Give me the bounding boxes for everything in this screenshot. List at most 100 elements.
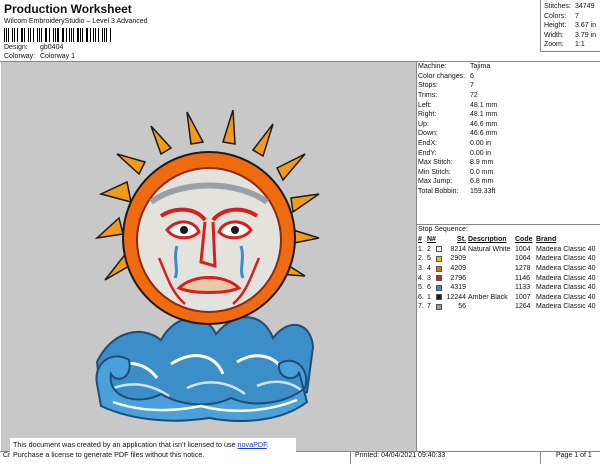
barcode-bar [63, 28, 64, 42]
info-value: 72 [470, 92, 478, 100]
info-value: 8.9 mm [470, 159, 494, 167]
barcode-bar [24, 28, 26, 42]
info-label: Max Jump: [418, 178, 453, 186]
barcode-bar [11, 28, 13, 42]
color-swatch-chip [436, 265, 442, 272]
color-swatch [436, 275, 446, 282]
stat-width: Width: 3.79 in [544, 31, 597, 41]
info-value: 0.0 mm [470, 168, 494, 176]
page-title: Production Worksheet [4, 2, 132, 16]
info-row: Min Stitch: 0.0 mm [416, 168, 600, 178]
thread-code: 1064 [515, 255, 531, 263]
needle-num: 7 [427, 303, 431, 311]
thread-code: 1133 [515, 284, 531, 292]
info-label: Left: [418, 101, 432, 109]
barcode-bar [93, 28, 95, 42]
barcode-bar [57, 28, 59, 42]
stop-num: 6. [418, 293, 424, 301]
info-row: Left: 48.1 mm [416, 100, 600, 110]
col-header-stitches: St. [457, 236, 466, 244]
needle-num: 3 [427, 274, 431, 282]
info-value: 46.6 mm [470, 120, 498, 128]
stats-box: Stitches: 34749 Colors: 7 Height: 3.67 in W… [540, 0, 600, 52]
color-swatch-chip [436, 284, 442, 291]
footer-sep-1 [350, 451, 351, 464]
design-preview [1, 62, 416, 452]
thread-brand: Madeira Classic 40 [536, 293, 596, 301]
info-value: 6.8 mm [470, 178, 494, 186]
stitch-count: 4319 [450, 284, 466, 292]
colorway-row: Colorway: Colorway 1 [4, 53, 75, 60]
notice-line-2: Purchase a license to generate PDF files… [13, 450, 205, 459]
col-header-needle: N# [427, 236, 436, 244]
col-header-description: Description [468, 236, 507, 244]
stop-sequence-table: # N# St. Description Code Brand 1. 2 8214 N… [416, 235, 600, 312]
stat-value: 7 [575, 12, 579, 20]
thread-code: 1004 [515, 245, 531, 253]
stitch-count: 12244 [446, 293, 466, 301]
info-label: Machine: [418, 63, 447, 71]
worksheet-header: Production Worksheet Wilcom EmbroiderySt… [0, 0, 540, 61]
stop-row: 5. 6 4319 1133 Madeira Classic 40 [416, 283, 600, 293]
stat-label: Width: [544, 31, 564, 39]
needle-num: 2 [427, 245, 431, 253]
info-label: Trims: [418, 92, 438, 100]
stat-value: 1:1 [575, 41, 585, 49]
stop-row: 1. 2 8214 Natural White 1004 Madeira Classic … [416, 245, 600, 255]
barcode-bar [4, 28, 5, 42]
color-swatch [436, 265, 446, 272]
needle-num: 4 [427, 265, 431, 273]
barcode-bar [85, 28, 87, 42]
thread-code: 1146 [515, 274, 531, 282]
stop-row: 4. 3 2796 1146 Madeira Classic 40 [416, 273, 600, 283]
info-value: 0.00 in [470, 149, 492, 157]
info-label: Min Stitch: [418, 168, 451, 176]
stat-value: 3.79 in [575, 31, 597, 39]
info-value: 0.00 in [470, 140, 492, 148]
design-label: Design: [4, 44, 28, 51]
software-name: Wilcom EmbroideryStudio – Level 3 Advanc… [4, 18, 148, 25]
stop-num: 1. [418, 245, 424, 253]
info-label: Stops: [418, 82, 438, 90]
stop-num: 2. [418, 255, 424, 263]
color-swatch-chip [436, 275, 442, 282]
barcode-bar [41, 28, 42, 42]
stop-sequence-title: Stop Sequence: [416, 224, 600, 234]
thread-brand: Madeira Classic 40 [536, 284, 596, 292]
thread-brand: Madeira Classic 40 [536, 303, 596, 311]
info-label: Total Bobbin: [418, 188, 459, 196]
color-swatch [436, 294, 446, 301]
info-row: Max Jump: 6.8 mm [416, 177, 600, 187]
novapdf-link[interactable]: novaPDF [238, 440, 267, 449]
barcode-bar [102, 28, 103, 42]
thread-code: 1007 [515, 293, 531, 301]
thread-code: 1278 [515, 265, 531, 273]
design-row: Design: gb0404 [4, 44, 63, 51]
stat-label: Stitches: [544, 3, 571, 11]
stat-zoom: Zoom: 1:1 [544, 40, 597, 50]
stop-num: 5. [418, 284, 424, 292]
footer-sep-2 [540, 451, 541, 464]
stat-label: Height: [544, 22, 567, 30]
stitch-count: 56 [458, 303, 466, 311]
info-label: Up: [418, 120, 429, 128]
stop-rows: 1. 2 8214 Natural White 1004 Madeira Classic … [416, 245, 600, 312]
color-swatch [436, 246, 446, 253]
stat-colors: Colors: 7 [544, 12, 597, 22]
col-header-brand: Brand [536, 236, 557, 244]
info-value: Tajima [470, 63, 491, 71]
stop-table-header: # N# St. Description Code Brand [416, 235, 600, 245]
stop-row: 7. 7 56 1264 Madeira Classic 40 [416, 302, 600, 312]
barcode [4, 28, 112, 42]
color-swatch-chip [436, 294, 442, 301]
stitch-count: 4209 [450, 265, 466, 273]
thread-description: Natural White [468, 245, 511, 253]
license-notice: This document was created by an applicat… [10, 438, 296, 462]
thread-brand: Madeira Classic 40 [536, 265, 596, 273]
barcode-bar [109, 28, 111, 42]
col-header-code: Code [515, 236, 533, 244]
stat-height: Height: 3.67 in [544, 21, 597, 31]
stop-row: 6. 1 12244 Amber Black 1007 Madeira Classic 4… [416, 293, 600, 303]
color-swatch [436, 255, 446, 262]
notice-period: . [266, 440, 269, 449]
